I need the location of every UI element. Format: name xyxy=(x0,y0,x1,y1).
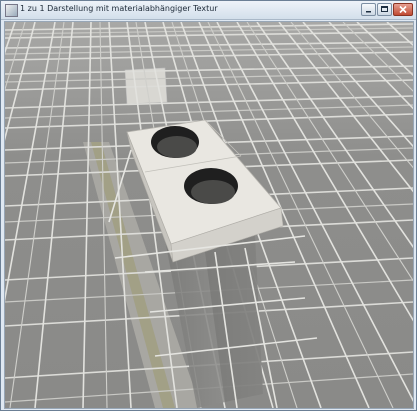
maximize-icon xyxy=(381,6,388,12)
minimize-button[interactable] xyxy=(361,3,376,16)
maximize-button[interactable] xyxy=(377,3,392,16)
3d-viewport[interactable] xyxy=(4,21,414,409)
window-title: 1 zu 1 Darstellung mit materialabhängige… xyxy=(20,4,218,13)
minimize-icon xyxy=(366,11,371,13)
title-bar[interactable]: 1 zu 1 Darstellung mit materialabhängige… xyxy=(1,1,416,20)
app-icon[interactable] xyxy=(5,4,18,17)
close-icon xyxy=(399,5,407,14)
rebar-scene xyxy=(5,22,413,408)
opening-upper-inner xyxy=(157,136,197,158)
window-controls xyxy=(361,3,413,16)
close-button[interactable] xyxy=(393,3,413,16)
application-window: 1 zu 1 Darstellung mit materialabhängige… xyxy=(0,0,417,411)
opening-lower-inner xyxy=(191,180,235,204)
